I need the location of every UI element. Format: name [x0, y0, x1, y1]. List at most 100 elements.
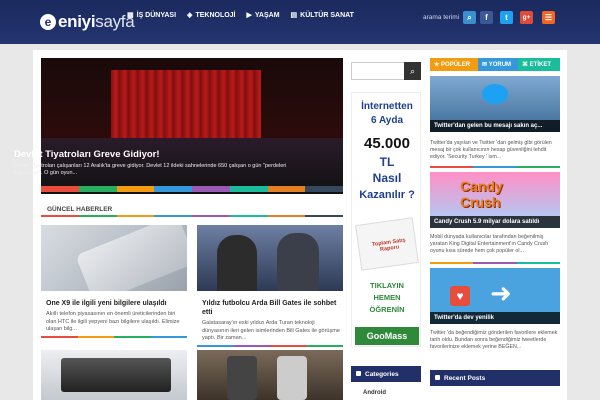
- twitter-bird-icon: [482, 84, 508, 104]
- post-caption[interactable]: Twitter'da dev yenilik: [430, 312, 560, 324]
- card-text: Galatasaray'ın eski yıldızı Arda Turan t…: [202, 320, 340, 341]
- color-segment: [267, 215, 306, 217]
- film-icon: ▤: [290, 12, 298, 19]
- color-segment: [229, 186, 268, 192]
- post-caption[interactable]: Twitter'dan gelen bu mesajı sakın aç...: [430, 120, 560, 132]
- category-link[interactable]: Android: [363, 390, 386, 396]
- facebook-icon: f: [485, 13, 488, 22]
- ad-click: HEMEN: [373, 293, 401, 302]
- googleplus-icon: g+: [522, 14, 531, 21]
- slider-text: Devlet Tiyatroları çalışanları 12 Aralık…: [14, 163, 287, 176]
- person-right: [277, 233, 319, 291]
- ad-line: TL: [379, 155, 395, 169]
- slider-color-bar: [41, 186, 343, 192]
- gpu-illustration: [61, 358, 171, 392]
- card-image-phones[interactable]: [197, 350, 343, 400]
- main-nav: ▦ İŞ DÜNYASI ◈ TEKNOLOJİ ▶ YAŞAM ▤ KÜLTÜR SA…: [127, 11, 365, 20]
- arrow-icon: ➜: [490, 278, 512, 308]
- tab-label: YORUM: [488, 61, 512, 68]
- tab-yorum[interactable]: ✉ YORUM: [478, 58, 518, 71]
- grid-icon: ▦: [127, 12, 134, 19]
- site-logo[interactable]: e eniyisayfa: [40, 12, 135, 32]
- nav-label: TEKNOLOJİ: [195, 11, 236, 19]
- card-image-arda[interactable]: [197, 225, 343, 291]
- googleplus-button[interactable]: g+: [520, 11, 533, 24]
- nav-item-kultur-sanat[interactable]: ▤ KÜLTÜR SANAT: [290, 11, 354, 20]
- twitter-icon: t: [505, 13, 508, 22]
- logo-text: eniyisayfa: [58, 12, 135, 32]
- logo-mark-icon: e: [40, 14, 56, 30]
- nav-item-yasam[interactable]: ▶ YAŞAM: [246, 11, 280, 20]
- color-segment: [78, 186, 117, 192]
- ad-line: Kazanılır ?: [359, 189, 415, 201]
- section-title: GÜNCEL HABERLER: [47, 206, 113, 213]
- color-segment: [305, 215, 343, 217]
- card-text: Akıllı telefon piyasasının en önemli üre…: [46, 311, 180, 332]
- slider-title[interactable]: Devlet Tiyatroları Greve Gidiyor!: [14, 149, 160, 160]
- color-segment: [116, 186, 155, 192]
- sidebar-search-button[interactable]: ⌕: [404, 62, 421, 80]
- tab-etiket[interactable]: ⌘ ETİKET: [518, 58, 560, 71]
- nav-label: YAŞAM: [254, 11, 280, 19]
- slider-image: [111, 70, 261, 140]
- color-segment: [229, 215, 268, 217]
- tag-icon: ⌘: [522, 62, 530, 68]
- card-color-bar: [197, 345, 343, 347]
- search-input[interactable]: arama terimi: [423, 14, 459, 21]
- card-title[interactable]: One X9 ile ilgili yeni bilgilere ulaşıld…: [46, 299, 186, 308]
- color-segment: [192, 186, 230, 192]
- ad-line: 45.000: [364, 135, 410, 152]
- ad-line: İnternetten: [361, 101, 413, 112]
- play-icon: ▶: [246, 12, 252, 19]
- post-text: Mobil dünyada kullanıcılar tarafından be…: [430, 234, 549, 254]
- rss-button[interactable]: ☰: [542, 11, 555, 24]
- ad-line: 6 Ayda: [370, 115, 404, 126]
- post-text: Twitter'da yayılan ve Twitter 'dan gelmi…: [430, 140, 552, 160]
- ad-line: Nasıl: [372, 171, 402, 185]
- tab-populer[interactable]: ★ POPÜLER: [430, 58, 478, 71]
- advertisement-banner[interactable]: İnternetten 6 Ayda 45.000 TL Nasıl Kazan…: [351, 92, 421, 347]
- candy-crush-logo: Candy Crush: [460, 178, 503, 210]
- post-text: Twitter 'da beğendiğimiz gönderilen favo…: [430, 330, 558, 350]
- color-segment: [116, 215, 155, 217]
- card-color-bar: [41, 336, 187, 338]
- color-segment: [154, 215, 192, 217]
- card-image-htc[interactable]: [41, 225, 187, 291]
- tab-label: ETİKET: [529, 61, 552, 68]
- card-title[interactable]: Yıldız futbolcu Arda Bill Gates ile sohb…: [202, 299, 342, 317]
- tab-label: POPÜLER: [441, 61, 471, 68]
- section-heading: GÜNCEL HABERLER: [41, 202, 343, 216]
- phone-illustration: [75, 225, 187, 291]
- site-header: e eniyisayfa ▦ İŞ DÜNYASI ◈ TEKNOLOJİ ▶ YAŞ…: [0, 0, 600, 44]
- post-caption[interactable]: Candy Crush 5.9 milyar dolara satıldı: [430, 216, 560, 228]
- sales-report-image: Toplam Satış Raporu: [355, 217, 419, 271]
- logo-prefix: eniyi: [58, 12, 96, 31]
- color-segment: [154, 186, 192, 192]
- color-segment: [305, 186, 343, 192]
- post-color-bar: [430, 262, 560, 264]
- color-segment: [78, 215, 117, 217]
- rss-icon: ☰: [544, 13, 553, 22]
- section-color-line: [41, 215, 343, 217]
- search-button[interactable]: ⌕: [463, 11, 476, 24]
- comment-icon: ✉: [482, 62, 489, 68]
- nav-item-is-dunyasi[interactable]: ▦ İŞ DÜNYASI: [127, 11, 176, 20]
- recent-posts-widget-title: Recent Posts: [430, 370, 560, 386]
- ad-click: ÖĞRENİN: [369, 305, 405, 314]
- ad-click: TIKLAYIN: [370, 281, 404, 290]
- facebook-button[interactable]: f: [480, 11, 493, 24]
- nav-item-teknoloji[interactable]: ◈ TEKNOLOJİ: [187, 11, 236, 20]
- post-color-bar: [430, 166, 560, 168]
- card-image-gpu[interactable]: [41, 350, 187, 400]
- color-segment: [41, 186, 79, 192]
- color-segment: [41, 215, 79, 217]
- chip-icon: ◈: [187, 12, 193, 19]
- search-icon: ⌕: [409, 65, 416, 76]
- twitter-button[interactable]: t: [500, 11, 513, 24]
- phone-illustration: [277, 356, 307, 400]
- categories-widget-title: Categories: [351, 366, 421, 382]
- person-left: [217, 235, 257, 291]
- ad-button[interactable]: GooMass: [355, 327, 419, 345]
- star-icon: ★: [434, 62, 442, 68]
- ad-report: Toplam Satış Raporu: [371, 237, 407, 253]
